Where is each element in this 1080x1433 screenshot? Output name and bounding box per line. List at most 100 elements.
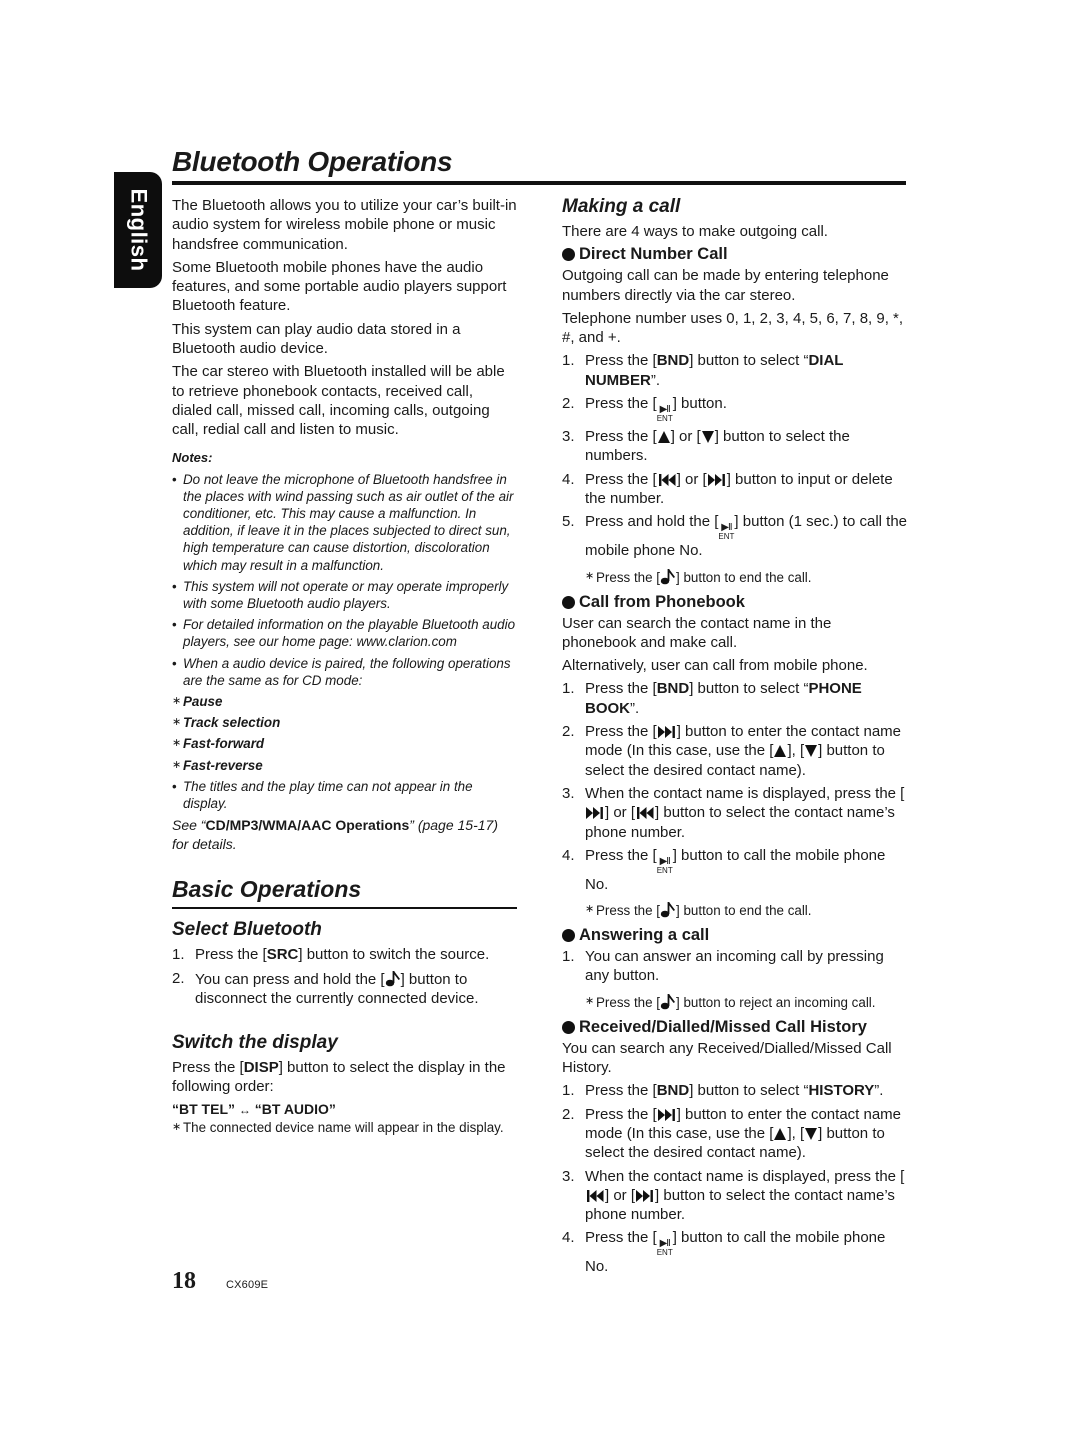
intro-paragraph: The car stereo with Bluetooth installed …	[172, 363, 505, 439]
next-track-icon	[657, 725, 677, 739]
phone-music-icon	[660, 567, 676, 585]
next-track-icon	[657, 1108, 677, 1122]
model-number: CX609E	[226, 1279, 269, 1291]
phone-music-icon	[385, 969, 401, 987]
step-item: 3. Press the [] or [] button to select th…	[562, 428, 850, 465]
note-item: • For detailed information on the playabl…	[172, 617, 516, 650]
asterisk-icon: ∗	[172, 1120, 182, 1133]
title-rule	[172, 181, 906, 185]
display-note: ∗ The connected device name will appear i…	[172, 1119, 504, 1135]
answering-steps: 1. You can answer an incoming call by pre…	[562, 947, 907, 986]
previous-track-icon	[657, 473, 677, 487]
down-arrow-icon	[701, 430, 715, 444]
history-steps: 1. Press the [BND] button to select “HIST…	[562, 1081, 907, 1276]
key-bnd: BND	[656, 680, 690, 698]
note-item: • Do not leave the microphone of Bluetoot…	[172, 471, 514, 573]
switch-display-text: Press the [DISP] button to select the di…	[172, 1059, 506, 1096]
note-item: • When a audio device is paired, the foll…	[172, 655, 511, 688]
bullet-dot-icon	[562, 929, 575, 943]
key-bnd: BND	[656, 1082, 690, 1100]
page-title: Bluetooth Operations	[172, 146, 453, 177]
subsection-title-switch-display: Switch the display	[172, 1032, 338, 1054]
bullet-icon: •	[172, 655, 177, 671]
intro-paragraph: This system can play audio data stored i…	[172, 320, 461, 358]
direct-paragraph: Telephone number uses 0, 1, 2, 3, 4, 5, …	[562, 309, 904, 347]
bullet-icon: •	[172, 617, 177, 633]
bullet-icon: •	[172, 778, 177, 794]
step-item: 1. Press the [SRC] button to switch the s…	[172, 946, 490, 964]
cd-operation-item: ∗ Track selection	[172, 715, 281, 731]
next-track-icon	[585, 806, 605, 820]
section-title-basic-operations: Basic Operations	[172, 876, 362, 903]
page-footer: 18 CX609E	[172, 1268, 268, 1295]
next-track-icon	[635, 1189, 655, 1203]
step-item: 4. Press the [▶II ENT] button to call the …	[562, 846, 886, 893]
step-item: 2. Press the [] button to enter the conta…	[562, 723, 902, 779]
heading-call-history: Received/Dialled/Missed Call History	[562, 1018, 907, 1037]
step-item: 3. When the contact name is displayed, pr…	[562, 1167, 905, 1224]
previous-track-icon	[585, 1189, 605, 1203]
right-column: Making a call There are 4 ways to make o…	[562, 196, 907, 1281]
up-arrow-icon	[657, 430, 671, 444]
step-item: 5. Press and hold the [▶II ENT] button (1 …	[562, 513, 908, 560]
step-item: 2. Press the [▶II ENT] button.	[562, 395, 727, 424]
play-pause-ent-icon: ▶II ENT	[656, 1238, 673, 1258]
direct-steps: 1. Press the [BND] button to select “DIAL…	[562, 351, 907, 560]
key-src: SRC	[266, 946, 299, 964]
up-arrow-icon	[773, 744, 787, 758]
heading-direct-number-call: Direct Number Call	[562, 245, 907, 264]
steps-list: 1. Press the [SRC] button to switch the s…	[172, 945, 517, 1008]
play-pause-ent-icon: ▶II ENT	[656, 404, 673, 424]
intro-paragraph: Some Bluetooth mobile phones have the au…	[172, 258, 507, 315]
bullet-dot-icon	[562, 1020, 575, 1034]
step-item: 3. When the contact name is displayed, pr…	[562, 784, 905, 841]
section-rule	[172, 907, 517, 910]
making-call-intro: There are 4 ways to make outgoing call.	[562, 223, 828, 240]
step-item: 1. Press the [BND] button to select “PHON…	[562, 680, 862, 717]
step-item: 1. You can answer an incoming call by pre…	[562, 948, 884, 985]
see-reference: See “CD/MP3/WMA/AAC Operations” (page 15…	[172, 817, 498, 853]
up-arrow-icon	[773, 1127, 787, 1141]
phone-music-icon	[660, 992, 676, 1010]
page-number: 18	[172, 1268, 196, 1294]
language-tab: English	[114, 172, 162, 288]
key-bnd: BND	[656, 352, 690, 370]
step-item: 4. Press the [▶II ENT] button to call the …	[562, 1229, 886, 1276]
step-item: 2. You can press and hold the [] button t…	[172, 969, 479, 1007]
asterisk-icon: ∗	[172, 695, 182, 707]
subsection-title-making-call: Making a call	[562, 196, 681, 217]
subsection-title-select-bluetooth: Select Bluetooth	[172, 919, 322, 941]
bidirectional-arrow-icon: ↔	[238, 1102, 251, 1117]
display-order: “BT TEL” ↔ “BT AUDIO”	[172, 1100, 336, 1117]
cd-operation-item: ∗ Fast-reverse	[172, 757, 263, 773]
play-pause-ent-icon: ▶II ENT	[656, 855, 673, 875]
next-track-icon	[707, 473, 727, 487]
asterisk-icon: ∗	[585, 569, 595, 582]
asterisk-icon: ∗	[172, 758, 182, 771]
notes-label: Notes:	[172, 449, 213, 465]
direct-paragraph: Outgoing call can be made by entering te…	[562, 267, 889, 304]
asterisk-icon: ∗	[172, 716, 182, 729]
heading-answering-call: Answering a call	[562, 926, 907, 945]
direct-end-call-note: ∗ Press the [] button to end the call.	[585, 567, 907, 587]
heading-call-from-phonebook: Call from Phonebook	[562, 593, 907, 612]
asterisk-icon: ∗	[585, 994, 595, 1007]
cd-operation-item: ∗ Pause	[172, 694, 223, 709]
step-item: 1. Press the [BND] button to select “HIST…	[562, 1082, 884, 1100]
reference-link[interactable]: CD/MP3/WMA/AAC Operations	[205, 817, 409, 833]
down-arrow-icon	[804, 744, 818, 758]
play-pause-ent-icon: ▶II ENT	[718, 522, 735, 542]
phonebook-paragraph: Alternatively, user can call from mobile…	[562, 657, 868, 675]
history-paragraph: You can search any Received/Dialled/Miss…	[562, 1039, 892, 1077]
step-item: 4. Press the [] or [] button to input or …	[562, 470, 893, 507]
bullet-icon: •	[172, 471, 177, 487]
previous-track-icon	[635, 806, 655, 820]
note-item: • The titles and the play time can not ap…	[172, 778, 473, 812]
phonebook-end-call-note: ∗ Press the [] button to end the call.	[585, 900, 907, 920]
bullet-dot-icon	[562, 595, 575, 609]
down-arrow-icon	[804, 1127, 818, 1141]
reject-call-note: ∗ Press the [] button to reject an incomi…	[585, 992, 907, 1012]
phonebook-paragraph: User can search the contact name in the …	[562, 614, 832, 651]
key-disp: DISP	[243, 1059, 279, 1077]
phonebook-steps: 1. Press the [BND] button to select “PHON…	[562, 679, 907, 894]
